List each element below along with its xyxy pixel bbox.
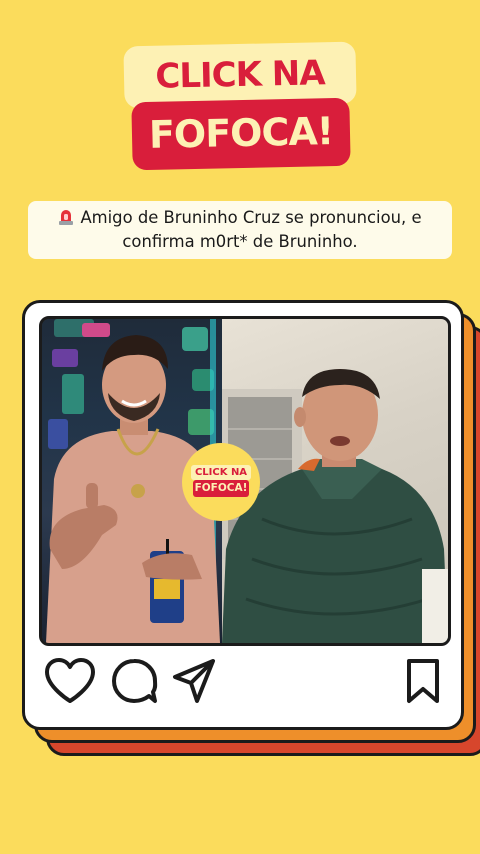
send-icon[interactable]: [171, 657, 217, 707]
bookmark-icon[interactable]: [405, 657, 441, 707]
post-image[interactable]: CLICK NA FOFOCA!: [39, 316, 451, 646]
headline-card: Amigo de Bruninho Cruz se pronunciou, e …: [28, 201, 452, 259]
post-card: CLICK NA FOFOCA!: [22, 300, 464, 730]
badge-line-1: CLICK NA: [191, 465, 251, 480]
headline-label: Amigo de Bruninho Cruz se pronunciou, e …: [80, 208, 422, 251]
brand-logo: CLICK NA FOFOCA!: [0, 0, 480, 180]
badge-line-2: FOFOCA!: [193, 480, 249, 497]
comment-icon[interactable]: [109, 657, 159, 707]
logo-line-2: FOFOCA!: [131, 97, 351, 171]
post-actions: [25, 657, 461, 717]
logo-badge: CLICK NA FOFOCA!: [182, 443, 260, 521]
siren-icon: [59, 210, 74, 225]
heart-icon[interactable]: [43, 657, 97, 707]
headline-text: Amigo de Bruninho Cruz se pronunciou, e …: [38, 206, 442, 254]
